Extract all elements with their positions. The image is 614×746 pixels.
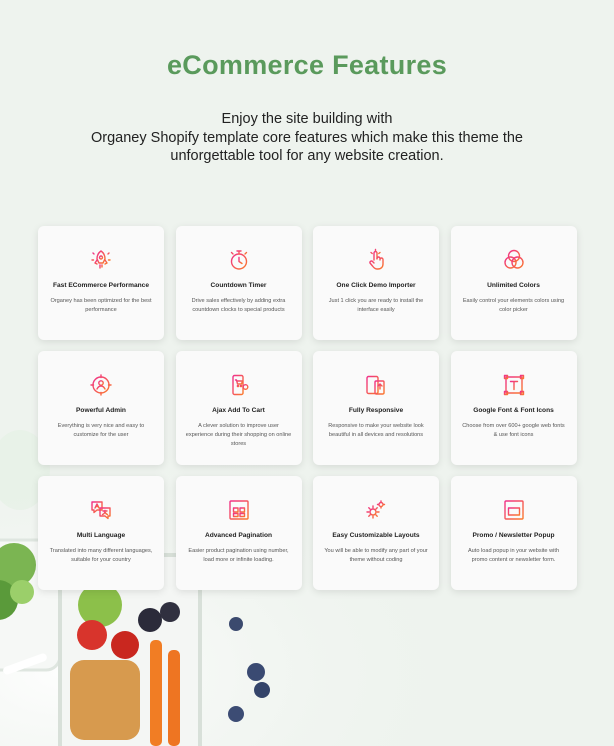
popup-window-icon xyxy=(502,498,526,522)
feature-card-fully-responsive: Fully Responsive Responsive to make your… xyxy=(313,351,439,465)
intro-line: unforgettable tool for any website creat… xyxy=(170,148,444,164)
mobile-cart-icon xyxy=(227,373,251,397)
feature-description: Drive sales effectively by adding extra … xyxy=(191,298,286,314)
color-circles-icon xyxy=(502,248,526,272)
feature-description: Easily control your elements colors usin… xyxy=(462,298,565,314)
page-title: eCommerce Features xyxy=(166,50,448,80)
intro-line: Enjoy the site building with xyxy=(221,111,393,127)
intro-text: Enjoy the site building with Organey Sho… xyxy=(30,110,584,166)
features-grid: Fast ECommerce Performance Organey has b… xyxy=(38,226,577,590)
feature-description: Translated into many different languages… xyxy=(49,548,153,564)
feature-name: Easy Customizable Layouts xyxy=(332,532,420,539)
feature-card-demo-importer: One Click Demo Importer Just 1 click you… xyxy=(313,226,439,340)
translate-icon xyxy=(89,498,113,522)
feature-description: Organey has been optimized for the best … xyxy=(50,298,152,314)
feature-description: Everything is very nice and easy to cust… xyxy=(57,423,145,439)
feature-card-countdown-timer: Countdown Timer Drive sales effectively … xyxy=(175,226,302,340)
gears-icon xyxy=(364,498,388,522)
feature-card-google-fonts: Google Font & Font Icons Choose from ove… xyxy=(450,351,577,465)
feature-card-advanced-pagination: Advanced Pagination Easier product pagin… xyxy=(175,476,302,590)
feature-name: Fast ECommerce Performance xyxy=(52,282,149,289)
font-frame-icon xyxy=(502,373,526,397)
feature-description: Easier product pagination using number, … xyxy=(188,548,289,564)
feature-card-unlimited-colors: Unlimited Colors Easily control your ele… xyxy=(450,226,577,340)
feature-card-fast-performance: Fast ECommerce Performance Organey has b… xyxy=(38,226,164,340)
feature-name: Powerful Admin xyxy=(76,407,126,414)
feature-name: Ajax Add To Cart xyxy=(212,407,265,414)
feature-description: Auto load popup in your website with pro… xyxy=(467,548,560,564)
admin-target-icon xyxy=(89,373,113,397)
feature-name: Multi Language xyxy=(76,532,126,539)
feature-card-powerful-admin: Powerful Admin Everything is very nice a… xyxy=(38,351,164,465)
tap-hand-icon xyxy=(364,248,388,272)
feature-name: Promo / Newsletter Popup xyxy=(472,532,555,539)
feature-name: Countdown Timer xyxy=(210,282,267,289)
feature-name: One Click Demo Importer xyxy=(336,282,416,289)
intro-line: Organey Shopify template core features w… xyxy=(91,129,523,146)
feature-card-ajax-cart: Ajax Add To Cart A clever solution to im… xyxy=(175,351,302,465)
feature-card-multi-language: Multi Language Translated into many diff… xyxy=(38,476,164,590)
feature-name: Advanced Pagination xyxy=(204,532,273,539)
feature-description: You will be able to modify any part of y… xyxy=(324,548,428,564)
feature-card-newsletter-popup: Promo / Newsletter Popup Auto load popup… xyxy=(450,476,577,590)
feature-description: Just 1 click you are ready to install th… xyxy=(328,298,424,314)
feature-description: A clever solution to improve user experi… xyxy=(185,423,292,448)
feature-description: Choose from over 600+ google web fonts &… xyxy=(462,423,565,439)
feature-name: Unlimited Colors xyxy=(487,282,540,289)
stopwatch-icon xyxy=(227,248,251,272)
rocket-icon xyxy=(89,248,113,272)
responsive-devices-icon xyxy=(364,373,388,397)
pagination-grid-icon xyxy=(227,498,251,522)
feature-description: Responsive to make your website look bea… xyxy=(328,423,424,439)
feature-card-customizable-layouts: Easy Customizable Layouts You will be ab… xyxy=(313,476,439,590)
feature-name: Fully Responsive xyxy=(348,407,404,414)
feature-name: Google Font & Font Icons xyxy=(473,407,554,414)
